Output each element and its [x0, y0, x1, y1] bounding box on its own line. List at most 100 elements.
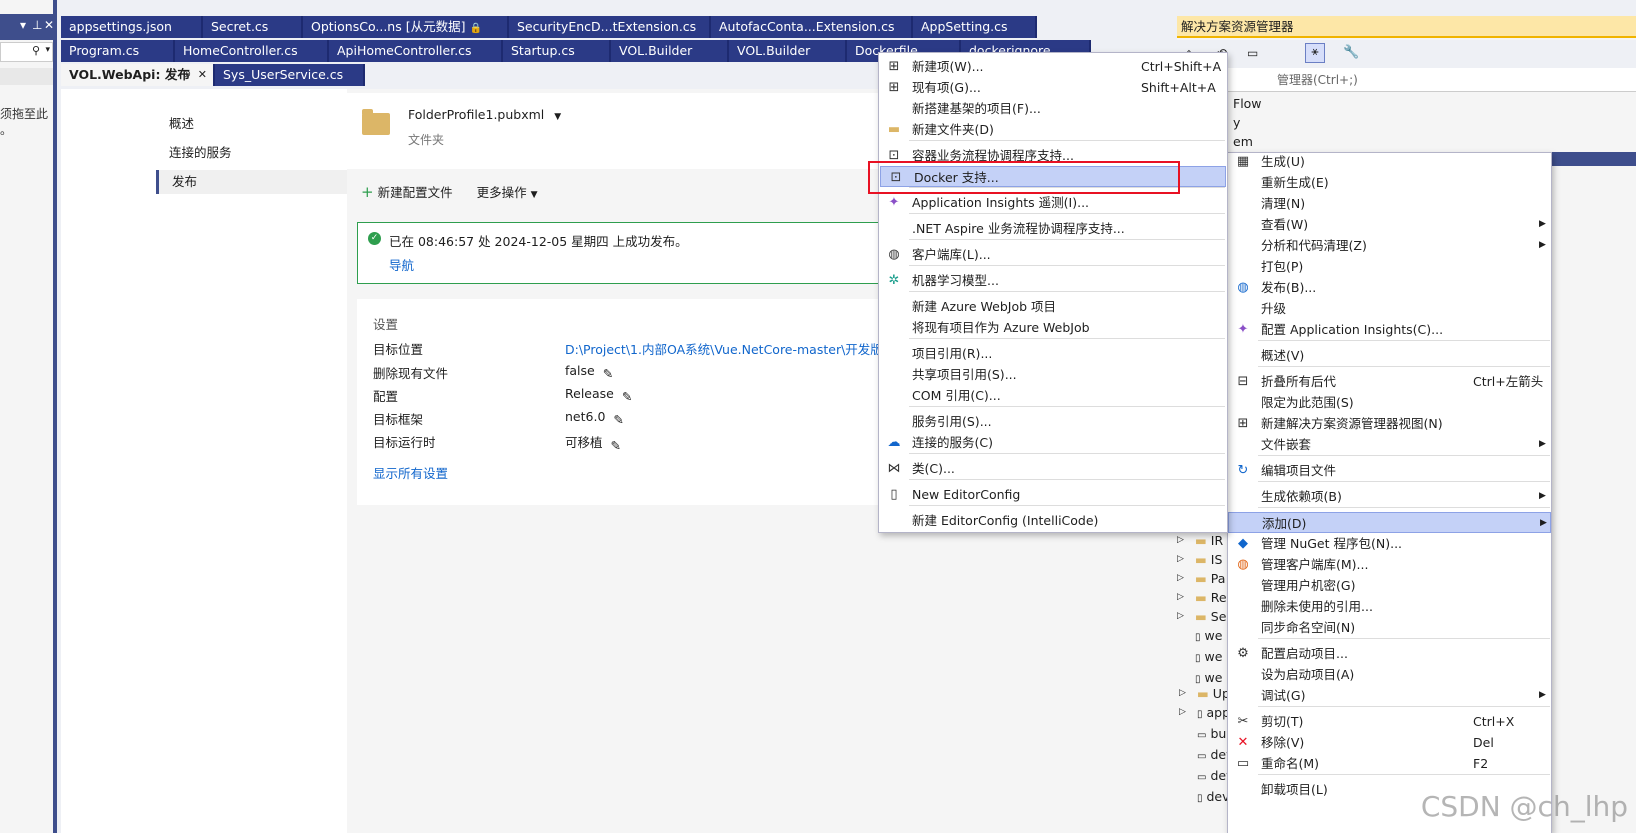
add-menu-item[interactable]: 共享项目引用(S)... — [879, 364, 1227, 385]
tab-startup[interactable]: Startup.cs — [503, 40, 611, 62]
tab-options[interactable]: OptionsCo...ns [从元数据] 🔒 — [303, 16, 509, 38]
add-menu-item[interactable]: .NET Aspire 业务流程协调程序支持... — [879, 218, 1227, 239]
tree-label: we — [1204, 649, 1223, 664]
context-menu-item[interactable]: 分析和代码清理(Z) ▶ — [1228, 235, 1551, 256]
context-menu-item[interactable]: ⊞ 新建解决方案资源管理器视图(N) — [1228, 413, 1551, 434]
tab-apihomecontroller[interactable]: ApiHomeController.cs — [329, 40, 503, 62]
dropdown-icon[interactable]: ▾ — [20, 18, 26, 32]
more-actions-button[interactable]: 更多操作 ▼ — [477, 182, 538, 201]
context-menu-item[interactable]: 文件嵌套 ▶ — [1228, 434, 1551, 455]
context-menu-item[interactable]: 限定为此范围(S) — [1228, 392, 1551, 413]
add-menu-item[interactable]: ◍ 客户端库(L)... — [879, 244, 1227, 265]
edit-icon[interactable]: ✎ — [603, 366, 615, 381]
add-menu-item[interactable]: 服务引用(S)... — [879, 411, 1227, 432]
add-menu-item[interactable]: ▯ New EditorConfig — [879, 484, 1227, 505]
tab-vol-builder-2[interactable]: VOL.Builder — [729, 40, 847, 62]
expand-icon[interactable]: ▷ — [1177, 588, 1184, 607]
context-menu-item[interactable]: ⊟ 折叠所有后代 Ctrl+左箭头 — [1228, 371, 1551, 392]
expand-icon[interactable]: ▷ — [1177, 569, 1184, 588]
nav-overview[interactable]: 概述 — [156, 112, 356, 136]
solution-search-input[interactable]: 管理器(Ctrl+;) — [1177, 68, 1636, 92]
context-menu-item[interactable]: 添加(D) ▶ — [1228, 512, 1551, 533]
add-menu-item[interactable]: ⊞ 新建项(W)... Ctrl+Shift+A — [879, 56, 1227, 77]
tab-secret[interactable]: Secret.cs — [203, 16, 303, 38]
context-menu-item[interactable]: 清理(N) — [1228, 193, 1551, 214]
expand-icon[interactable]: ▷ — [1177, 531, 1184, 550]
context-menu-item[interactable]: 调试(G) ▶ — [1228, 685, 1551, 706]
context-menu-item[interactable]: 重新生成(E) — [1228, 172, 1551, 193]
context-menu-item[interactable]: ✕ 移除(V) Del — [1228, 732, 1551, 753]
close-icon[interactable]: ✕ — [198, 64, 207, 86]
add-menu-item[interactable]: ☁ 连接的服务(C) — [879, 432, 1227, 453]
tree-item[interactable]: Flow — [1233, 94, 1262, 113]
tab-security-ext[interactable]: SecurityEncD...tExtension.cs — [509, 16, 711, 38]
nav-connected-services[interactable]: 连接的服务 — [156, 141, 356, 165]
add-menu-item[interactable]: ▬ 新建文件夹(D) — [879, 119, 1227, 140]
connected-service-icon: ☁ — [887, 435, 901, 450]
expand-icon[interactable]: ▷ — [1179, 703, 1186, 722]
filter-icon[interactable]: ⚹ — [1305, 43, 1325, 63]
edit-icon[interactable]: ✎ — [622, 389, 634, 404]
wrench-icon[interactable]: 🔧 — [1343, 45, 1359, 60]
context-menu-item[interactable]: 查看(W) ▶ — [1228, 214, 1551, 235]
context-menu-item[interactable]: ◍ 管理客户端库(M)... — [1228, 554, 1551, 575]
add-menu-item[interactable]: 新建 Azure WebJob 项目 — [879, 296, 1227, 317]
context-menu-item[interactable]: 管理用户机密(G) — [1228, 575, 1551, 596]
context-menu-item[interactable]: 概述(V) — [1228, 345, 1551, 366]
tab-sys-userservice[interactable]: Sys_UserService.cs — [215, 64, 365, 86]
context-menu-item[interactable]: 升级 — [1228, 298, 1551, 319]
new-profile-button[interactable]: + 新建配置文件 — [361, 182, 453, 201]
tab-autofac-ext[interactable]: AutofacConta...Extension.cs — [711, 16, 913, 38]
context-menu-item[interactable]: ◍ 发布(B)... — [1228, 277, 1551, 298]
left-search-box[interactable]: ⚲ ▾ — [0, 42, 53, 62]
context-menu-item[interactable]: ⚙ 配置启动项目... — [1228, 643, 1551, 664]
add-menu-item[interactable]: 新建 EditorConfig (IntelliCode) — [879, 510, 1227, 531]
add-menu-item[interactable]: 项目引用(R)... — [879, 343, 1227, 364]
collapse-icon[interactable]: ▭ — [1247, 46, 1258, 60]
close-icon[interactable]: ✕ — [44, 18, 54, 32]
tab-vol-builder-1[interactable]: VOL.Builder — [611, 40, 729, 62]
expand-icon[interactable]: ▷ — [1179, 684, 1186, 703]
menu-separator — [1258, 366, 1550, 367]
add-menu-item[interactable]: COM 引用(C)... — [879, 385, 1227, 406]
add-menu-item[interactable]: ✦ Application Insights 遥测(I)... — [879, 192, 1227, 213]
add-menu-item[interactable]: ✲ 机器学习模型... — [879, 270, 1227, 291]
navigate-link[interactable]: 导航 — [389, 255, 414, 274]
pin-icon[interactable]: ⊕ — [183, 64, 191, 86]
add-menu-item[interactable]: ⋈ 类(C)... — [879, 458, 1227, 479]
edit-icon[interactable]: ✎ — [611, 438, 623, 453]
tab-webapi-publish[interactable]: VOL.WebApi: 发布 ⊕ ✕ — [61, 64, 215, 86]
tree-item[interactable]: em — [1233, 132, 1262, 151]
expand-icon[interactable]: ▷ — [1177, 550, 1184, 569]
context-menu-item[interactable]: ▭ 重命名(M) F2 — [1228, 753, 1551, 774]
tab-appsettings[interactable]: appsettings.json — [61, 16, 203, 38]
context-menu-item[interactable]: ✂ 剪切(T) Ctrl+X — [1228, 711, 1551, 732]
target-location-link[interactable]: D:\Project\1.内部OA系统\Vue.NetCore-master\开… — [565, 339, 917, 358]
context-menu-item[interactable]: 删除未使用的引用... — [1228, 596, 1551, 617]
context-menu-item[interactable]: ✦ 配置 Application Insights(C)... — [1228, 319, 1551, 340]
edit-icon[interactable]: ✎ — [613, 412, 625, 427]
context-menu-item[interactable]: 打包(P) — [1228, 256, 1551, 277]
show-all-settings-link[interactable]: 显示所有设置 — [373, 463, 448, 482]
setting-value-config: Release ✎ — [565, 386, 634, 404]
expand-icon[interactable]: ▷ — [1177, 607, 1184, 626]
tab-appsetting-cs[interactable]: AppSetting.cs — [913, 16, 1037, 38]
search-icon[interactable]: ⚲ — [32, 44, 40, 57]
context-menu-item[interactable]: ▦ 生成(U) — [1228, 151, 1551, 172]
context-menu-item[interactable]: ◆ 管理 NuGet 程序包(N)... — [1228, 533, 1551, 554]
chevron-down-icon[interactable]: ▾ — [45, 45, 50, 55]
nav-publish[interactable]: 发布 — [156, 170, 356, 194]
tab-program[interactable]: Program.cs — [61, 40, 175, 62]
add-menu-item[interactable]: ⊞ 现有项(G)... Shift+Alt+A — [879, 77, 1227, 98]
context-menu-item[interactable]: ↻ 编辑项目文件 — [1228, 460, 1551, 481]
tree-item[interactable]: y — [1233, 113, 1262, 132]
context-menu-item[interactable]: 生成依赖项(B) ▶ — [1228, 486, 1551, 507]
tab-homecontroller[interactable]: HomeController.cs — [175, 40, 329, 62]
left-panel-divider — [0, 68, 53, 85]
profile-selector[interactable]: FolderProfile1.pubxml ▼ — [408, 107, 561, 122]
add-menu-item[interactable]: 新搭建基架的项目(F)... — [879, 98, 1227, 119]
pin-icon[interactable]: ⊥ — [32, 18, 42, 32]
context-menu-item[interactable]: 设为启动项目(A) — [1228, 664, 1551, 685]
add-menu-item[interactable]: 将现有项目作为 Azure WebJob — [879, 317, 1227, 338]
context-menu-item[interactable]: 同步命名空间(N) — [1228, 617, 1551, 638]
